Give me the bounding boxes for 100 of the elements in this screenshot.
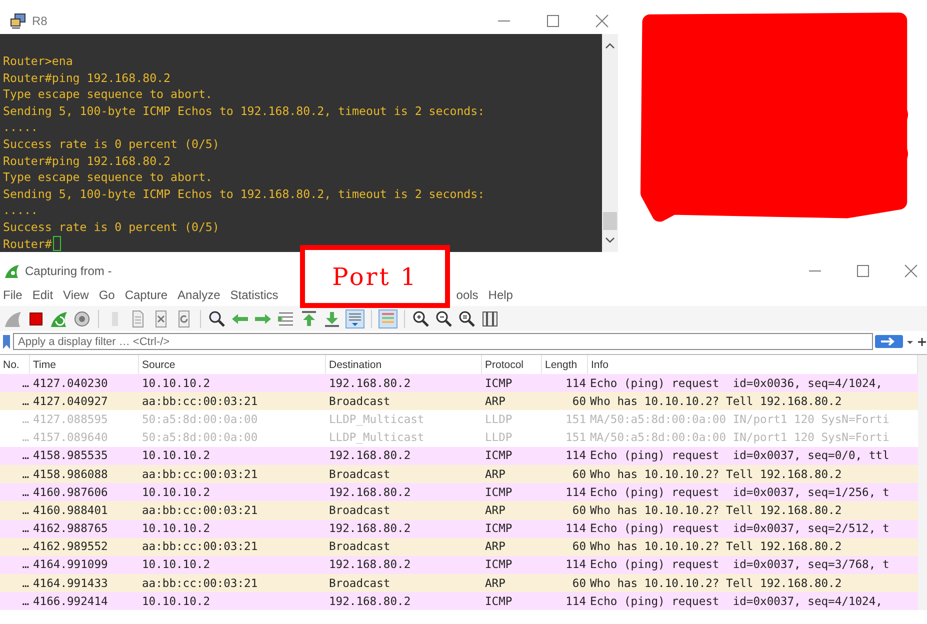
table-cell-text: MA/50:a5:8d:00:0a:00 IN/port1 120 SysN=Forti: [589, 412, 890, 426]
terminal-line: Router#ping 192.168.80.2: [3, 152, 171, 170]
menu-item[interactable]: Edit: [31, 288, 58, 302]
packet-row[interactable]: … 4164.991433 aa:bb:cc:00:03:21 Broadcast ARP 60 Who has 10.10.10.2? Tell 192.168.80.2: [0, 574, 918, 592]
packet-row[interactable]: … 4162.989552 aa:bb:cc:00:03:21 Broadcast ARP 60 Who has 10.10.10.2? Tell 192.168.80.2: [0, 538, 918, 556]
menu-item[interactable]: Capture: [124, 288, 173, 302]
table-cell-text: ICMP: [484, 486, 514, 499]
terminal-line: Success rate is 0 percent (0/5): [3, 218, 220, 236]
terminal-line: Router#ping 192.168.80.2: [3, 70, 171, 86]
shark-fin-icon: [4, 262, 20, 278]
table-cell-text: MA/50:a5:8d:00:0a:00 IN/port1 120 SysN=Forti: [589, 431, 890, 444]
table-cell-text: …: [21, 504, 30, 517]
table-cell-text: aa:bb:cc:00:03:21: [141, 576, 259, 590]
table-cell-text: Broadcast: [328, 540, 392, 554]
annotation-label: Port 1: [300, 245, 450, 308]
table-cell-text: 192.168.80.2: [328, 594, 412, 608]
table-cell-text: ARP: [484, 576, 506, 590]
table-cell-text: 10.10.10.2: [141, 376, 212, 390]
autoscroll-icon[interactable]: [345, 308, 365, 328]
packet-row[interactable]: … 4158.986088 aa:bb:cc:00:03:21 Broadcast ARP 60 Who has 10.10.10.2? Tell 192.168.80.2: [0, 464, 918, 484]
table-cell-text: 192.168.80.2: [328, 449, 412, 462]
table-cell-text: …: [21, 412, 30, 426]
table-cell-text: aa:bb:cc:00:03:21: [141, 468, 259, 481]
menu-item[interactable]: Go: [98, 288, 120, 302]
table-cell-text: 10.10.10.2: [141, 449, 212, 462]
table-cell-text: Who has 10.10.10.2? Tell 192.168.80.2: [589, 468, 843, 481]
table-cell-text: 4127.040230: [32, 376, 109, 390]
menu-item[interactable]: ools: [455, 288, 484, 302]
zoom-in-icon[interactable]: [411, 308, 431, 328]
table-cell-text: Broadcast: [328, 468, 392, 481]
table-cell-text: 4166.992414: [32, 594, 109, 608]
packet-row[interactable]: … 4162.988765 10.10.10.2 192.168.80.2 ICMP 114 Echo (ping) request id=0x0037, seq=2/512, t: [0, 520, 918, 538]
table-cell-text: 192.168.80.2: [328, 558, 412, 572]
packet-row[interactable]: … 4127.040927 aa:bb:cc:00:03:21 Broadcast ARP 60 Who has 10.10.10.2? Tell 192.168.80.2: [0, 392, 918, 410]
table-cell-text: 114: [564, 594, 587, 608]
menu-item[interactable]: Help: [487, 288, 518, 302]
packet-row[interactable]: … 4160.987606 10.10.10.2 192.168.80.2 ICMP 114 Echo (ping) request id=0x0037, seq=1/256, t: [0, 483, 918, 502]
table-cell-text: Broadcast: [328, 394, 392, 408]
settings-icon[interactable]: [72, 308, 92, 328]
maximize-button[interactable]: [855, 262, 871, 278]
menu-item[interactable]: Statistics: [229, 288, 284, 302]
terminal-line: .....: [3, 202, 38, 219]
zoom-reset-icon[interactable]: [457, 308, 477, 328]
terminal-line: Success rate is 0 percent (0/5): [3, 136, 220, 153]
window-title: Capturing from -: [25, 264, 112, 278]
table-cell-text: …: [21, 594, 30, 608]
table-cell-text: Broadcast: [328, 504, 392, 517]
maximize-button[interactable]: [545, 13, 561, 29]
resize-columns-icon[interactable]: [480, 308, 500, 328]
table-cell-text: Echo (ping) request id=0x0037, seq=3/768, t: [589, 558, 890, 572]
plus-icon[interactable]: [917, 336, 927, 346]
packet-row[interactable]: … 4160.988401 aa:bb:cc:00:03:21 Broadcast ARP 60 Who has 10.10.10.2? Tell 192.168.80.2: [0, 501, 918, 520]
packet-row[interactable]: … 4127.040230 10.10.10.2 192.168.80.2 ICMP 114 Echo (ping) request id=0x0036, seq=4/1024,: [0, 374, 918, 392]
table-cell-text: 10.10.10.2: [141, 522, 212, 536]
close-button[interactable]: [903, 262, 919, 278]
table-cell-text: …: [21, 576, 30, 590]
window-title: R8: [32, 14, 48, 28]
scrollbar[interactable]: [602, 34, 618, 252]
table-cell-text: Echo (ping) request id=0x0037, seq=2/512, t: [589, 522, 890, 536]
up-arrow-icon[interactable]: [299, 308, 319, 328]
table-cell-text: …: [21, 431, 30, 444]
table-cell-text: 114: [564, 449, 587, 462]
terminal-line: Sending 5, 100-byte ICMP Echos to 192.168.80.2, timeout is 2 seconds:: [3, 186, 485, 202]
table-cell-text: 50:a5:8d:00:0a:00: [141, 412, 259, 426]
table-cell-text: 151: [564, 431, 587, 444]
filter-field[interactable]: Apply a display filter … <Ctrl-/>: [13, 333, 873, 350]
table-cell-text: 4158.985535: [32, 449, 109, 462]
scrollbar[interactable]: [918, 355, 927, 610]
close-button[interactable]: [594, 13, 610, 29]
terminal-line: Router#: [3, 236, 52, 252]
scroll-thumb[interactable]: [603, 212, 617, 230]
table-cell-text: 10.10.10.2: [141, 558, 212, 572]
packet-row[interactable]: … 4164.991099 10.10.10.2 192.168.80.2 ICMP 114 Echo (ping) request id=0x0037, seq=3/768, t: [0, 556, 918, 574]
zoom-out-icon[interactable]: [434, 308, 454, 328]
terminal-line: Type escape sequence to abort.: [3, 169, 212, 186]
table-cell-text: Who has 10.10.10.2? Tell 192.168.80.2: [589, 540, 843, 554]
table-cell-text: Who has 10.10.10.2? Tell 192.168.80.2: [589, 394, 843, 408]
terminal-line: Router>ena: [3, 53, 73, 70]
packet-row[interactable]: … 4158.985535 10.10.10.2 192.168.80.2 ICMP 114 Echo (ping) request id=0x0037, seq=0/0, ttl: [0, 446, 918, 465]
table-cell-text: 4162.989552: [32, 540, 109, 554]
bookmark-icon[interactable]: [2, 334, 11, 348]
table-cell-text: ARP: [484, 468, 506, 481]
search-icon[interactable]: [207, 308, 227, 328]
packet-row[interactable]: … 4166.992414 10.10.10.2 192.168.80.2 ICMP 114 Echo (ping) request id=0x0037, seq=4/1024,: [0, 592, 918, 610]
table-cell-text: Who has 10.10.10.2? Tell 192.168.80.2: [589, 504, 843, 517]
menu-item[interactable]: Analyze: [176, 288, 226, 302]
menu-item[interactable]: File: [2, 288, 28, 302]
terminal-line: Sending 5, 100-byte ICMP Echos to 192.168.80.2, timeout is 2 seconds:: [3, 102, 485, 120]
table-cell-text: 60: [571, 576, 587, 590]
table-cell-text: 192.168.80.2: [328, 522, 412, 536]
menu-item[interactable]: View: [62, 288, 94, 302]
table-cell-text: LLDP: [484, 431, 514, 444]
table-cell-text: …: [21, 558, 30, 572]
table-cell-text: ARP: [484, 540, 506, 554]
colorize-icon[interactable]: [378, 308, 398, 328]
table-cell-text: Echo (ping) request id=0x0037, seq=1/256, t: [589, 486, 890, 499]
table-cell-text: …: [21, 486, 30, 499]
table-cell-text: …: [21, 449, 30, 462]
table-cell-text: 4164.991433: [32, 576, 109, 590]
terminal-line: .....: [3, 119, 38, 136]
